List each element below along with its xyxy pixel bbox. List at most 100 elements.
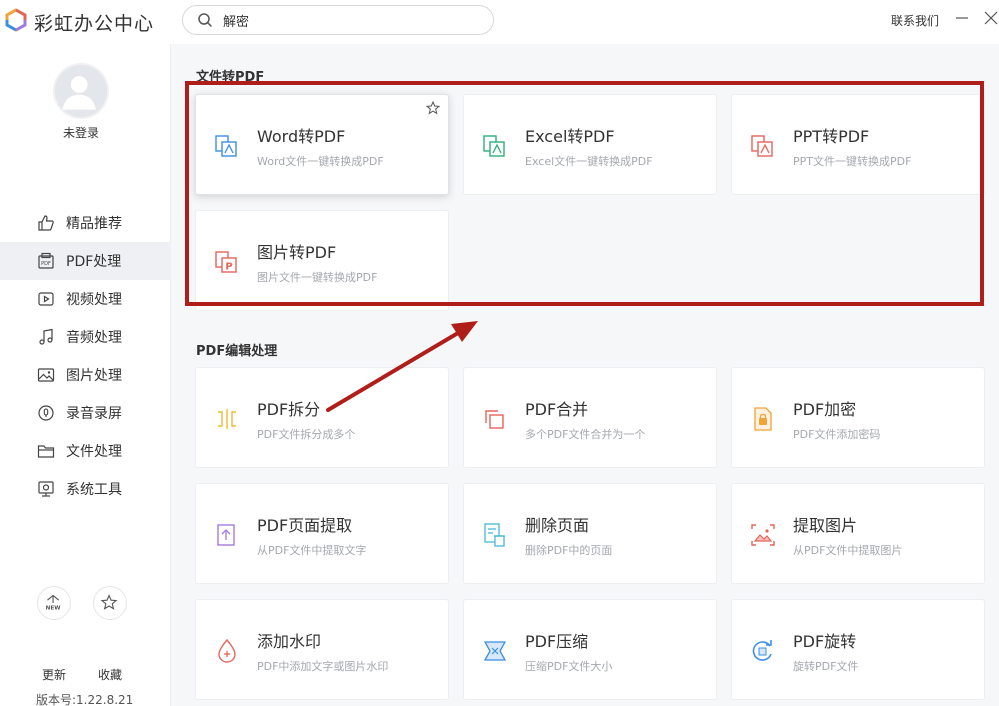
card-title: 图片转PDF bbox=[257, 243, 337, 262]
update-label: 更新 bbox=[41, 668, 66, 682]
search-box[interactable] bbox=[182, 5, 494, 35]
card-desc: 图片文件一键转换成PDF bbox=[257, 271, 378, 284]
watermark-icon bbox=[218, 638, 236, 663]
ppt-to-pdf-icon bbox=[751, 135, 773, 157]
top-bar: 彩虹办公中心 联系我们 bbox=[0, 0, 999, 44]
sidebar-item-label: PDF处理 bbox=[66, 254, 122, 270]
record-icon bbox=[38, 405, 54, 421]
card-pdf-encrypt[interactable]: PDF加密 PDF文件添加密码 bbox=[731, 367, 985, 468]
login-status[interactable]: 未登录 bbox=[0, 124, 162, 141]
card-title: 提取图片 bbox=[793, 516, 858, 535]
update-badge: NEW bbox=[46, 606, 62, 612]
split-icon bbox=[218, 409, 236, 429]
lock-file-icon bbox=[754, 407, 772, 431]
section-title-pdf-edit: PDF编辑处理 bbox=[196, 344, 278, 359]
image-icon bbox=[37, 368, 55, 382]
close-icon[interactable] bbox=[983, 10, 999, 26]
video-icon bbox=[38, 292, 54, 306]
card-add-watermark[interactable]: 添加水印 PDF中添加文字或图片水印 bbox=[195, 599, 449, 700]
image-to-pdf-icon: P bbox=[215, 251, 237, 273]
extract-image-icon bbox=[751, 524, 775, 546]
card-desc: 删除PDF中的页面 bbox=[525, 544, 613, 557]
folder-icon bbox=[37, 445, 55, 458]
svg-text:P: P bbox=[225, 262, 232, 273]
card-title: PDF页面提取 bbox=[257, 516, 353, 535]
card-pdf-split[interactable]: PDF拆分 PDF文件拆分成多个 bbox=[195, 367, 449, 468]
card-title: PDF压缩 bbox=[525, 632, 589, 651]
version-text: 版本号:1.22.8.21 bbox=[36, 693, 134, 706]
card-title: PDF合并 bbox=[525, 400, 589, 419]
sidebar-nav: 精品推荐 PDF PDF处理 视频处理 音频处理 图片处理 录音录屏 文件处理 … bbox=[0, 204, 171, 508]
card-desc: 多个PDF文件合并为一个 bbox=[525, 428, 646, 441]
section-title-file-to-pdf: 文件转PDF bbox=[196, 70, 265, 85]
merge-icon bbox=[485, 410, 504, 429]
star-icon bbox=[100, 594, 118, 610]
favorites-button[interactable] bbox=[93, 586, 127, 620]
svg-text:PDF: PDF bbox=[41, 261, 51, 267]
sidebar-item-recommended[interactable]: 精品推荐 bbox=[0, 204, 171, 242]
sidebar-item-label: 系统工具 bbox=[66, 482, 122, 498]
card-pdf-extract-page[interactable]: PDF页面提取 从PDF文件中提取文字 bbox=[195, 483, 449, 584]
card-desc: PDF文件添加密码 bbox=[793, 428, 881, 441]
card-title: Word转PDF bbox=[257, 127, 346, 146]
card-title: 添加水印 bbox=[257, 632, 322, 651]
avatar[interactable] bbox=[53, 63, 109, 119]
sidebar: 未登录 精品推荐 PDF PDF处理 视频处理 音频处理 图片处理 录音录屏 文… bbox=[0, 44, 171, 706]
card-desc: 从PDF文件中提取文字 bbox=[257, 544, 367, 557]
sidebar-item-image[interactable]: 图片处理 bbox=[0, 356, 171, 394]
sidebar-item-label: 图片处理 bbox=[66, 368, 122, 384]
card-title: PPT转PDF bbox=[793, 127, 870, 146]
card-title: 删除页面 bbox=[525, 516, 590, 535]
compress-icon bbox=[483, 641, 507, 661]
minimize-icon[interactable] bbox=[955, 10, 969, 26]
card-desc: PPT文件一键转换成PDF bbox=[793, 155, 912, 168]
update-button[interactable]: NEW bbox=[37, 586, 71, 620]
card-desc: Excel文件一键转换成PDF bbox=[525, 155, 653, 168]
app-window: 彩虹办公中心 联系我们 未登录 bbox=[0, 0, 999, 706]
excel-to-pdf-icon bbox=[483, 135, 505, 157]
sidebar-item-files[interactable]: 文件处理 bbox=[0, 432, 171, 470]
pdf-icon: PDF bbox=[38, 252, 54, 269]
card-delete-page[interactable]: 删除页面 删除PDF中的页面 bbox=[463, 483, 717, 584]
card-word-to-pdf[interactable]: Word转PDF Word文件一键转换成PDF bbox=[195, 94, 449, 195]
sidebar-item-audio[interactable]: 音频处理 bbox=[0, 318, 171, 356]
search-icon bbox=[198, 13, 212, 27]
search-input[interactable] bbox=[223, 10, 473, 30]
sidebar-item-label: 视频处理 bbox=[66, 292, 122, 308]
card-extract-image[interactable]: 提取图片 从PDF文件中提取图片 bbox=[731, 483, 985, 584]
card-excel-to-pdf[interactable]: Excel转PDF Excel文件一键转换成PDF bbox=[463, 94, 717, 195]
word-to-pdf-icon bbox=[215, 135, 237, 157]
system-icon bbox=[38, 481, 54, 497]
update-new-icon: NEW bbox=[46, 594, 62, 612]
app-title: 彩虹办公中心 bbox=[34, 13, 155, 35]
extract-page-icon bbox=[217, 524, 235, 546]
card-title: Excel转PDF bbox=[525, 127, 615, 146]
card-title: PDF拆分 bbox=[257, 400, 321, 419]
card-desc: 旋转PDF文件 bbox=[793, 660, 859, 673]
card-desc: Word文件一键转换成PDF bbox=[257, 155, 384, 168]
card-title: PDF加密 bbox=[793, 400, 857, 419]
music-icon bbox=[39, 328, 53, 345]
card-pdf-merge[interactable]: PDF合并 多个PDF文件合并为一个 bbox=[463, 367, 717, 468]
rotate-icon bbox=[752, 640, 772, 661]
contact-us-link[interactable]: 联系我们 bbox=[891, 12, 939, 29]
card-image-to-pdf[interactable]: P 图片转PDF 图片文件一键转换成PDF bbox=[195, 210, 449, 311]
card-pdf-rotate[interactable]: PDF旋转 旋转PDF文件 bbox=[731, 599, 985, 700]
sidebar-item-pdf[interactable]: PDF PDF处理 bbox=[0, 242, 171, 280]
card-desc: PDF文件拆分成多个 bbox=[257, 428, 356, 441]
sidebar-item-record[interactable]: 录音录屏 bbox=[0, 394, 171, 432]
favorite-star-icon[interactable] bbox=[426, 101, 440, 115]
sidebar-item-label: 音频处理 bbox=[66, 330, 122, 346]
sidebar-item-label: 文件处理 bbox=[66, 444, 122, 460]
sidebar-item-system[interactable]: 系统工具 bbox=[0, 470, 171, 508]
card-desc: PDF中添加文字或图片水印 bbox=[257, 660, 389, 673]
rainbow-logo-icon bbox=[5, 8, 27, 32]
card-ppt-to-pdf[interactable]: PPT转PDF PPT文件一键转换成PDF bbox=[731, 94, 985, 195]
favorites-label: 收藏 bbox=[97, 668, 122, 682]
card-desc: 从PDF文件中提取图片 bbox=[793, 544, 903, 557]
delete-page-icon bbox=[484, 523, 505, 547]
sidebar-item-video[interactable]: 视频处理 bbox=[0, 280, 171, 318]
card-desc: 压缩PDF文件大小 bbox=[525, 660, 613, 673]
thumbs-up-icon bbox=[38, 215, 54, 231]
card-pdf-compress[interactable]: PDF压缩 压缩PDF文件大小 bbox=[463, 599, 717, 700]
